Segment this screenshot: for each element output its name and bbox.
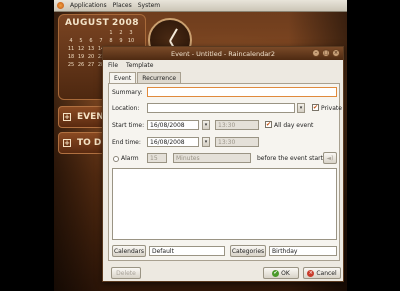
cancel-button[interactable]: × Cancel (303, 267, 341, 279)
cancel-icon: × (307, 269, 315, 277)
calendar-day[interactable]: 20 (86, 54, 96, 60)
calendar-month: AUGUST (65, 18, 110, 28)
location-label: Location: (112, 105, 140, 112)
start-time-label: Start time: (112, 122, 145, 129)
cancel-button-label: Cancel (316, 269, 337, 277)
calendar-day[interactable]: 5 (76, 38, 86, 44)
maximize-icon[interactable]: □ (322, 49, 330, 57)
calendar-day[interactable]: 12 (76, 46, 86, 52)
calendar-day[interactable] (86, 30, 96, 36)
summary-label: Summary: (112, 89, 143, 96)
calendar-day[interactable]: 7 (96, 38, 106, 44)
calendar-day[interactable]: 3 (126, 30, 136, 36)
menu-template[interactable]: Template (126, 62, 153, 69)
summary-input[interactable] (147, 87, 337, 97)
categories-value-field[interactable]: Birthday (269, 246, 337, 256)
start-date-input[interactable]: 16/08/2008 (147, 120, 199, 130)
menu-file[interactable]: File (108, 62, 118, 69)
calendars-button[interactable]: Calendars (112, 245, 146, 257)
plus-icon: + (63, 138, 71, 147)
private-checkbox[interactable]: ✔ (312, 104, 319, 111)
alarm-checkbox[interactable] (113, 156, 119, 162)
checkmark-icon: ✔ (272, 269, 280, 277)
system-menu[interactable]: System (138, 2, 160, 9)
applications-menu[interactable]: Applications (70, 2, 107, 9)
location-dropdown-button[interactable]: ▾ (297, 103, 305, 113)
event-form: Summary: Location: ▾ ✔ Private Start tim… (108, 83, 342, 261)
top-panel: Applications Places System (54, 0, 347, 12)
calendar-day[interactable]: 1 (106, 30, 116, 36)
calendar-day[interactable] (96, 30, 106, 36)
alarm-sound-button[interactable]: ◄) (323, 152, 337, 164)
calendar-day[interactable]: 6 (86, 38, 96, 44)
categories-button-label: Categories (231, 247, 265, 255)
ok-button[interactable]: ✔ OK (263, 267, 299, 279)
dialog-menubar: File Template (103, 60, 343, 70)
location-input[interactable] (147, 103, 295, 113)
alarm-unit-select[interactable]: Minutes (173, 153, 251, 163)
minimize-icon[interactable]: – (312, 49, 320, 57)
dialog-titlebar[interactable]: Event - Untitled - Raincalendar2 – □ × (103, 47, 343, 60)
private-label: Private (321, 105, 342, 112)
start-date-picker-button[interactable]: ▾ (202, 120, 210, 130)
calendar-day[interactable]: 19 (76, 54, 86, 60)
calendar-day[interactable]: 26 (76, 62, 86, 68)
all-day-label: All day event (274, 122, 314, 129)
calendar-day[interactable]: 10 (126, 38, 136, 44)
calendar-value-field[interactable]: Default (149, 246, 225, 256)
alarm-label: Alarm (121, 155, 139, 162)
close-icon[interactable]: × (332, 49, 340, 57)
speaker-icon: ◄) (326, 154, 334, 162)
delete-button-label: Delete (116, 269, 136, 277)
calendar-day[interactable] (76, 30, 86, 36)
calendar-day[interactable]: 9 (116, 38, 126, 44)
categories-button[interactable]: Categories (230, 245, 266, 257)
calendar-year: 2008 (111, 18, 139, 28)
alarm-amount-input[interactable]: 15 (147, 153, 167, 163)
delete-button[interactable]: Delete (111, 267, 141, 279)
calendar-day[interactable]: 25 (66, 62, 76, 68)
event-dialog: Event - Untitled - Raincalendar2 – □ × F… (102, 46, 344, 282)
end-date-input[interactable]: 16/08/2008 (147, 137, 199, 147)
ok-button-label: OK (281, 269, 290, 277)
end-date-picker-button[interactable]: ▾ (202, 137, 210, 147)
end-time-label: End time: (112, 139, 141, 146)
end-time-input[interactable]: 13:30 (215, 137, 259, 147)
calendar-day[interactable]: 8 (106, 38, 116, 44)
calendar-day[interactable]: 27 (86, 62, 96, 68)
ubuntu-logo-icon[interactable] (57, 2, 64, 9)
calendar-day[interactable]: 4 (66, 38, 76, 44)
all-day-checkbox[interactable]: ✔ (265, 121, 272, 128)
todo-widget-label: TO D (77, 138, 102, 148)
alarm-suffix-label: before the event starts. (257, 155, 328, 162)
calendars-button-label: Calendars (113, 247, 145, 255)
places-menu[interactable]: Places (113, 2, 132, 9)
calendar-day[interactable] (66, 30, 76, 36)
events-widget-label: EVEN (77, 112, 104, 122)
start-time-input[interactable]: 13:30 (215, 120, 259, 130)
calendar-day[interactable]: 11 (66, 46, 76, 52)
dialog-title: Event - Untitled - Raincalendar2 (171, 49, 275, 58)
calendar-day[interactable]: 18 (66, 54, 76, 60)
plus-icon: + (63, 112, 71, 121)
calendar-day[interactable]: 13 (86, 46, 96, 52)
calendar-day[interactable]: 2 (116, 30, 126, 36)
description-textarea[interactable] (112, 168, 337, 240)
